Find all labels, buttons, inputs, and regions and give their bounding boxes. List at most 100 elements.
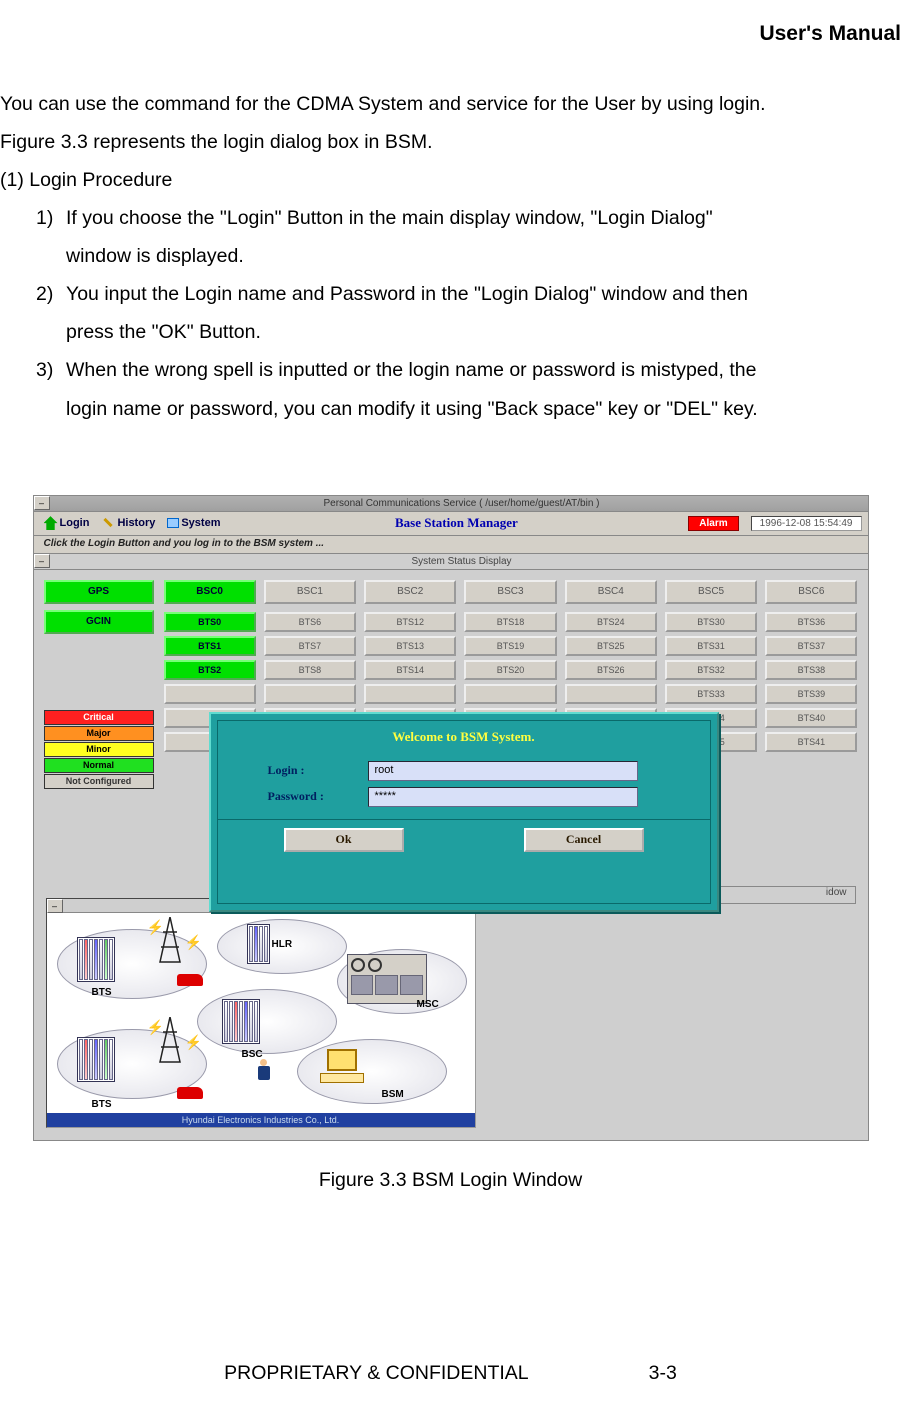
bts-slot[interactable]: BTS14: [364, 660, 456, 680]
rack-icon: [222, 999, 260, 1044]
password-label: Password :: [268, 789, 368, 804]
body-text: You can use the command for the CDMA Sys…: [0, 86, 901, 427]
bts-slot[interactable]: BTS24: [565, 612, 657, 632]
cancel-button[interactable]: Cancel: [524, 828, 644, 852]
bts-slot[interactable]: BTS26: [565, 660, 657, 680]
bts-slot[interactable]: BTS41: [765, 732, 857, 752]
footer-classification: PROPRIETARY & CONFIDENTIAL: [224, 1362, 528, 1385]
diagram-footer: Hyundai Electronics Industries Co., Ltd.: [47, 1113, 475, 1127]
step-1-text-a: If you choose the "Login" Button in the …: [66, 200, 891, 236]
bsc-slot-2[interactable]: BSC2: [364, 580, 456, 604]
login-dialog-title: Welcome to BSM System.: [218, 721, 710, 755]
rack-icon: [77, 1037, 115, 1082]
bts-slot[interactable]: BTS0: [164, 612, 256, 632]
bts-slot[interactable]: BTS30: [665, 612, 757, 632]
person-icon: [257, 1059, 271, 1083]
diagram-label-bsm: BSM: [382, 1089, 404, 1100]
computer-icon: [317, 1049, 367, 1089]
step-3-text-a: When the wrong spell is inputted or the …: [66, 352, 891, 388]
house-icon: [44, 516, 58, 530]
login-input[interactable]: root: [368, 761, 638, 781]
step-3-number: 3): [36, 352, 66, 388]
signal-icon: ⚡: [185, 1034, 202, 1051]
step-2-number: 2): [36, 276, 66, 312]
password-input[interactable]: *****: [368, 787, 638, 807]
step-1-number: 1): [36, 200, 66, 236]
bts-slot[interactable]: [565, 684, 657, 704]
diagram-label-msc: MSC: [417, 999, 439, 1010]
ok-button[interactable]: Ok: [284, 828, 404, 852]
main-toolbar: Login History System Base Station Manage…: [34, 512, 868, 536]
diagram-system-menu[interactable]: –: [47, 899, 63, 913]
rack-icon: [247, 924, 270, 964]
bts-slot[interactable]: BTS31: [665, 636, 757, 656]
msc-equipment-icon: [347, 954, 427, 1004]
timestamp-display: 1996-12-08 15:54:49: [751, 516, 862, 531]
step-3-text-b: login name or password, you can modify i…: [66, 391, 891, 427]
alarm-indicator[interactable]: Alarm: [688, 516, 738, 531]
bsc-slot-6[interactable]: BSC6: [765, 580, 857, 604]
bsc-slot-3[interactable]: BSC3: [464, 580, 556, 604]
bts-slot[interactable]: BTS32: [665, 660, 757, 680]
bts-slot[interactable]: BTS2: [164, 660, 256, 680]
bts-slot[interactable]: [264, 684, 356, 704]
bts-slot[interactable]: BTS19: [464, 636, 556, 656]
bsc-slot-5[interactable]: BSC5: [665, 580, 757, 604]
bts-slot[interactable]: BTS12: [364, 612, 456, 632]
bts-slot[interactable]: BTS40: [765, 708, 857, 728]
legend-normal: Normal: [44, 758, 154, 773]
bts-slot[interactable]: BTS13: [364, 636, 456, 656]
system-button[interactable]: System: [163, 517, 224, 529]
bts-slot[interactable]: BTS7: [264, 636, 356, 656]
network-diagram: – ⚡ ⚡ ⚡ ⚡ BTS BTS HLR: [46, 898, 476, 1128]
history-button[interactable]: History: [97, 516, 159, 530]
signal-icon: ⚡: [147, 1019, 164, 1036]
bts-slot[interactable]: BTS38: [765, 660, 857, 680]
status-system-menu[interactable]: –: [34, 554, 50, 568]
intro-line-2: Figure 3.3 represents the login dialog b…: [0, 124, 891, 160]
gcin-button[interactable]: GCIN: [44, 610, 154, 634]
bts-slot[interactable]: BTS20: [464, 660, 556, 680]
bts-slot[interactable]: BTS25: [565, 636, 657, 656]
legend-not-configured: Not Configured: [44, 774, 154, 789]
bts-slot[interactable]: BTS18: [464, 612, 556, 632]
bsc-slot-0[interactable]: BSC0: [164, 580, 256, 604]
footer-page-number: 3-3: [649, 1362, 677, 1385]
legend-major: Major: [44, 726, 154, 741]
diagram-label-hlr: HLR: [272, 939, 293, 950]
status-title: System Status Display: [56, 556, 868, 567]
step-1-text-b: window is displayed.: [66, 238, 891, 274]
bsm-screenshot: – Personal Communications Service ( /use…: [33, 495, 869, 1141]
figure-caption: Figure 3.3 BSM Login Window: [0, 1169, 901, 1192]
login-button-label: Login: [60, 517, 90, 529]
bts-slot[interactable]: BTS33: [665, 684, 757, 704]
status-titlebar: – System Status Display: [34, 554, 868, 570]
history-button-label: History: [117, 517, 155, 529]
bsc-slot-1[interactable]: BSC1: [264, 580, 356, 604]
bts-slot[interactable]: BTS1: [164, 636, 256, 656]
window-system-menu[interactable]: –: [34, 496, 50, 510]
bts-slot[interactable]: [464, 684, 556, 704]
window-title: Personal Communications Service ( /user/…: [56, 498, 868, 509]
step-2-text-a: You input the Login name and Password in…: [66, 276, 891, 312]
gps-button[interactable]: GPS: [44, 580, 154, 604]
diagram-label-bts: BTS: [92, 987, 112, 998]
car-icon: [177, 1087, 203, 1099]
legend-critical: Critical: [44, 710, 154, 725]
bts-slot[interactable]: BTS36: [765, 612, 857, 632]
page-footer: PROPRIETARY & CONFIDENTIAL 3-3: [0, 1362, 901, 1385]
car-icon: [177, 974, 203, 986]
bts-slot[interactable]: BTS8: [264, 660, 356, 680]
bsc-row: BSC0 BSC1 BSC2 BSC3 BSC4 BSC5 BSC6: [164, 580, 858, 604]
bsc-slot-4[interactable]: BSC4: [565, 580, 657, 604]
hint-bar: Click the Login Button and you log in to…: [34, 536, 868, 554]
bts-slot[interactable]: BTS39: [765, 684, 857, 704]
login-button[interactable]: Login: [40, 516, 94, 530]
system-button-label: System: [181, 517, 220, 529]
bts-slot[interactable]: [364, 684, 456, 704]
bts-slot[interactable]: [164, 684, 256, 704]
bts-slot[interactable]: BTS6: [264, 612, 356, 632]
step-2-text-b: press the "OK" Button.: [66, 314, 891, 350]
bts-slot[interactable]: BTS37: [765, 636, 857, 656]
diagram-label-bts: BTS: [92, 1099, 112, 1110]
